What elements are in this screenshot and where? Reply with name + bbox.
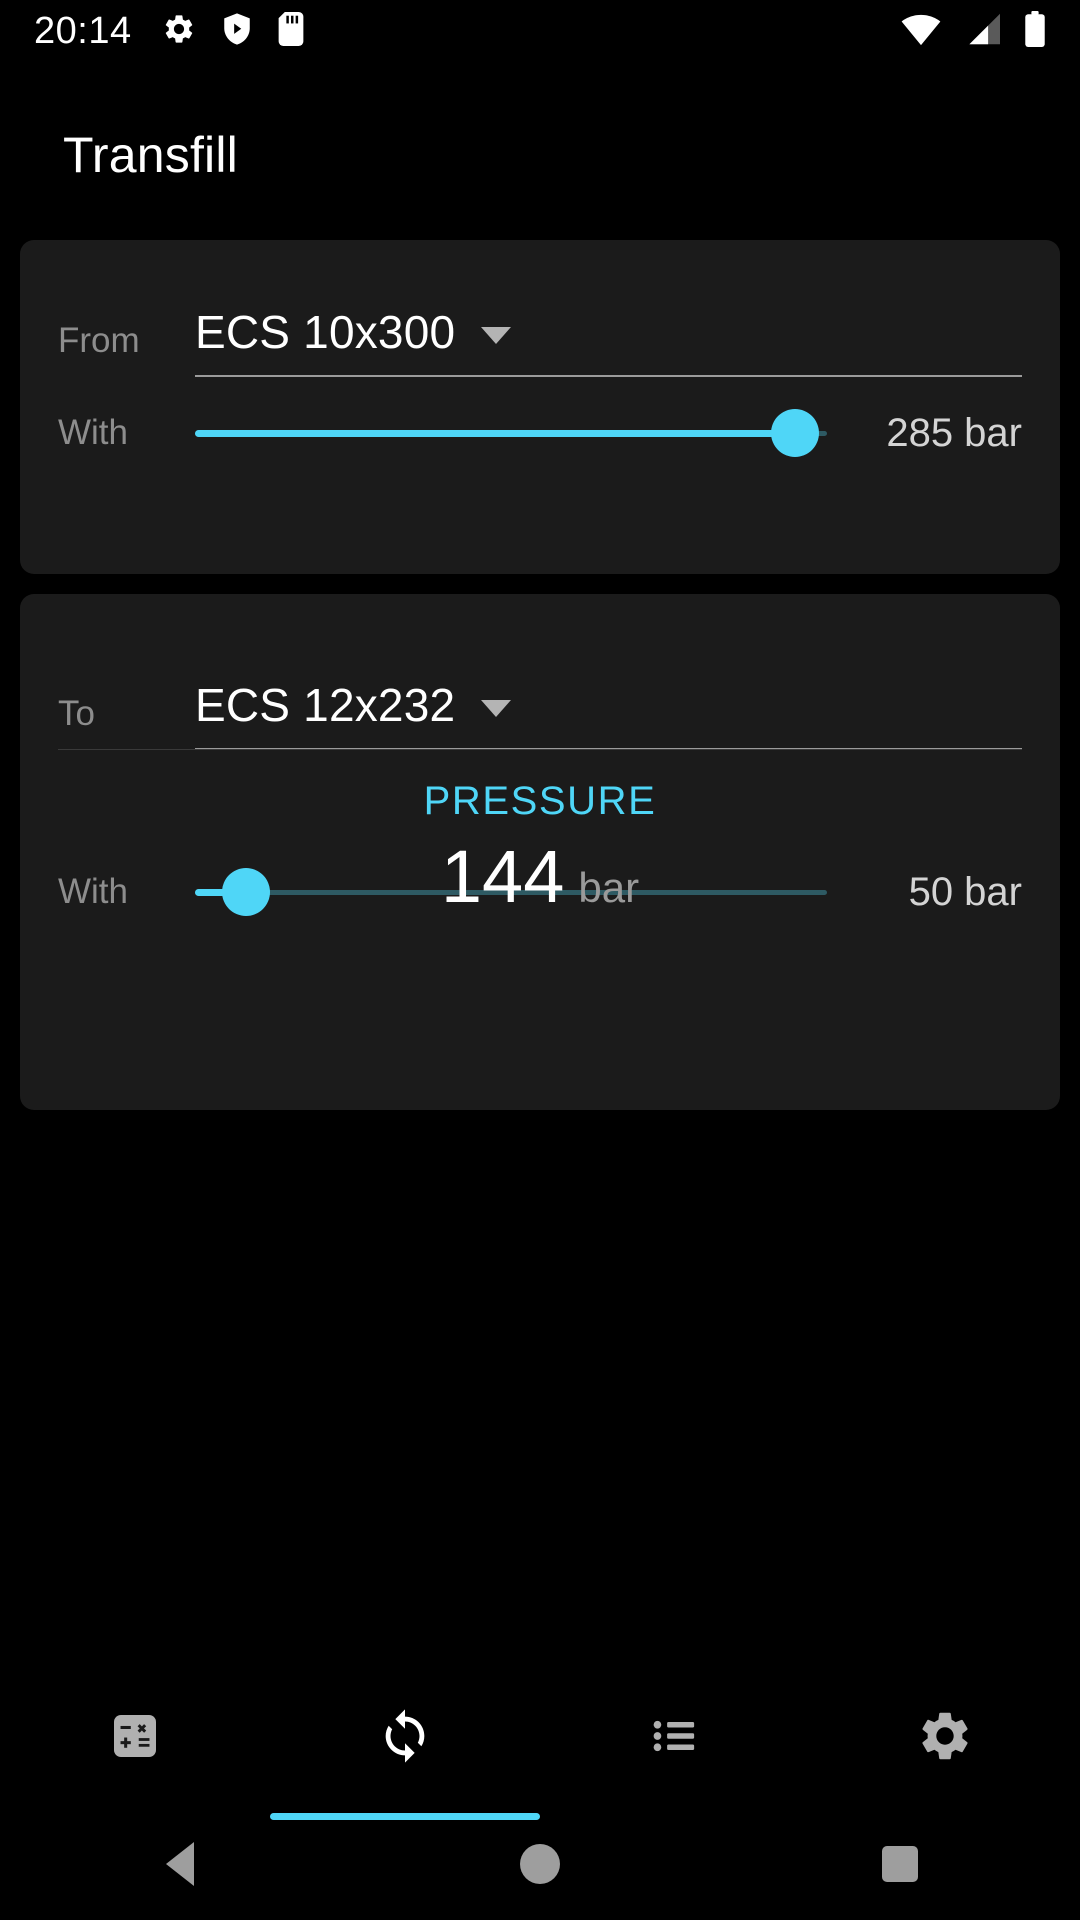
bottom-tab-bar (0, 1668, 1080, 1820)
nav-home-button[interactable] (360, 1844, 720, 1884)
list-icon (648, 1709, 702, 1768)
from-pressure-slider[interactable] (195, 403, 827, 463)
status-bar-clock: 20:14 (34, 10, 132, 52)
recents-square-icon (882, 1846, 918, 1882)
wifi-icon (900, 12, 942, 51)
to-card: To ECS 12x232 With 50 bar PRESSURE 144 b… (20, 594, 1060, 1110)
status-bar: 20:14 (0, 0, 1080, 62)
result-value-row: 144 bar (20, 834, 1060, 919)
from-cylinder-row: From ECS 10x300 (58, 305, 1022, 377)
from-pressure-row: With 285 bar (58, 403, 1022, 463)
calculator-icon (107, 1708, 163, 1769)
from-label: From (58, 321, 140, 360)
result-value: 144 (440, 835, 565, 918)
to-label: To (58, 694, 95, 733)
from-slider-thumb[interactable] (771, 409, 820, 457)
result-section: PRESSURE 144 bar (20, 779, 1060, 919)
result-divider (58, 749, 1022, 750)
from-card: From ECS 10x300 With 285 bar (20, 240, 1060, 574)
from-cylinder-value: ECS 10x300 (195, 306, 456, 358)
to-cylinder-value: ECS 12x232 (195, 679, 456, 731)
back-triangle-icon (166, 1842, 194, 1886)
to-cylinder-select[interactable]: ECS 12x232 (195, 678, 1022, 750)
tab-transfill[interactable] (270, 1668, 540, 1820)
android-navigation-bar (0, 1808, 1080, 1920)
result-label: PRESSURE (423, 779, 657, 823)
battery-icon (1024, 10, 1046, 52)
gear-icon (916, 1707, 974, 1770)
to-cylinder-row: To ECS 12x232 (58, 678, 1022, 750)
page-title: Transfill (63, 127, 238, 183)
status-bar-notification-icons (162, 11, 304, 51)
status-bar-system-icons (900, 10, 1046, 52)
from-slider-fill (195, 430, 796, 437)
cellular-signal-icon (964, 12, 1002, 51)
gear-icon (162, 12, 196, 51)
chevron-down-icon (481, 699, 512, 717)
tab-calculator[interactable] (0, 1668, 270, 1808)
sync-icon (376, 1707, 434, 1770)
from-pressure-value: 285 bar (886, 410, 1022, 455)
from-slider-label: With (58, 413, 128, 452)
nav-recents-button[interactable] (720, 1846, 1080, 1882)
nav-back-button[interactable] (0, 1842, 360, 1886)
tab-settings[interactable] (810, 1668, 1080, 1808)
result-unit: bar (578, 864, 640, 911)
tab-list[interactable] (540, 1668, 810, 1808)
shield-play-icon (222, 12, 252, 51)
home-circle-icon (520, 1844, 560, 1884)
chevron-down-icon (481, 326, 512, 344)
sd-card-icon (278, 11, 304, 51)
from-cylinder-select[interactable]: ECS 10x300 (195, 305, 1022, 377)
app-screen: 20:14 Transfill From ECS 10x300 With 285… (0, 0, 1080, 1920)
